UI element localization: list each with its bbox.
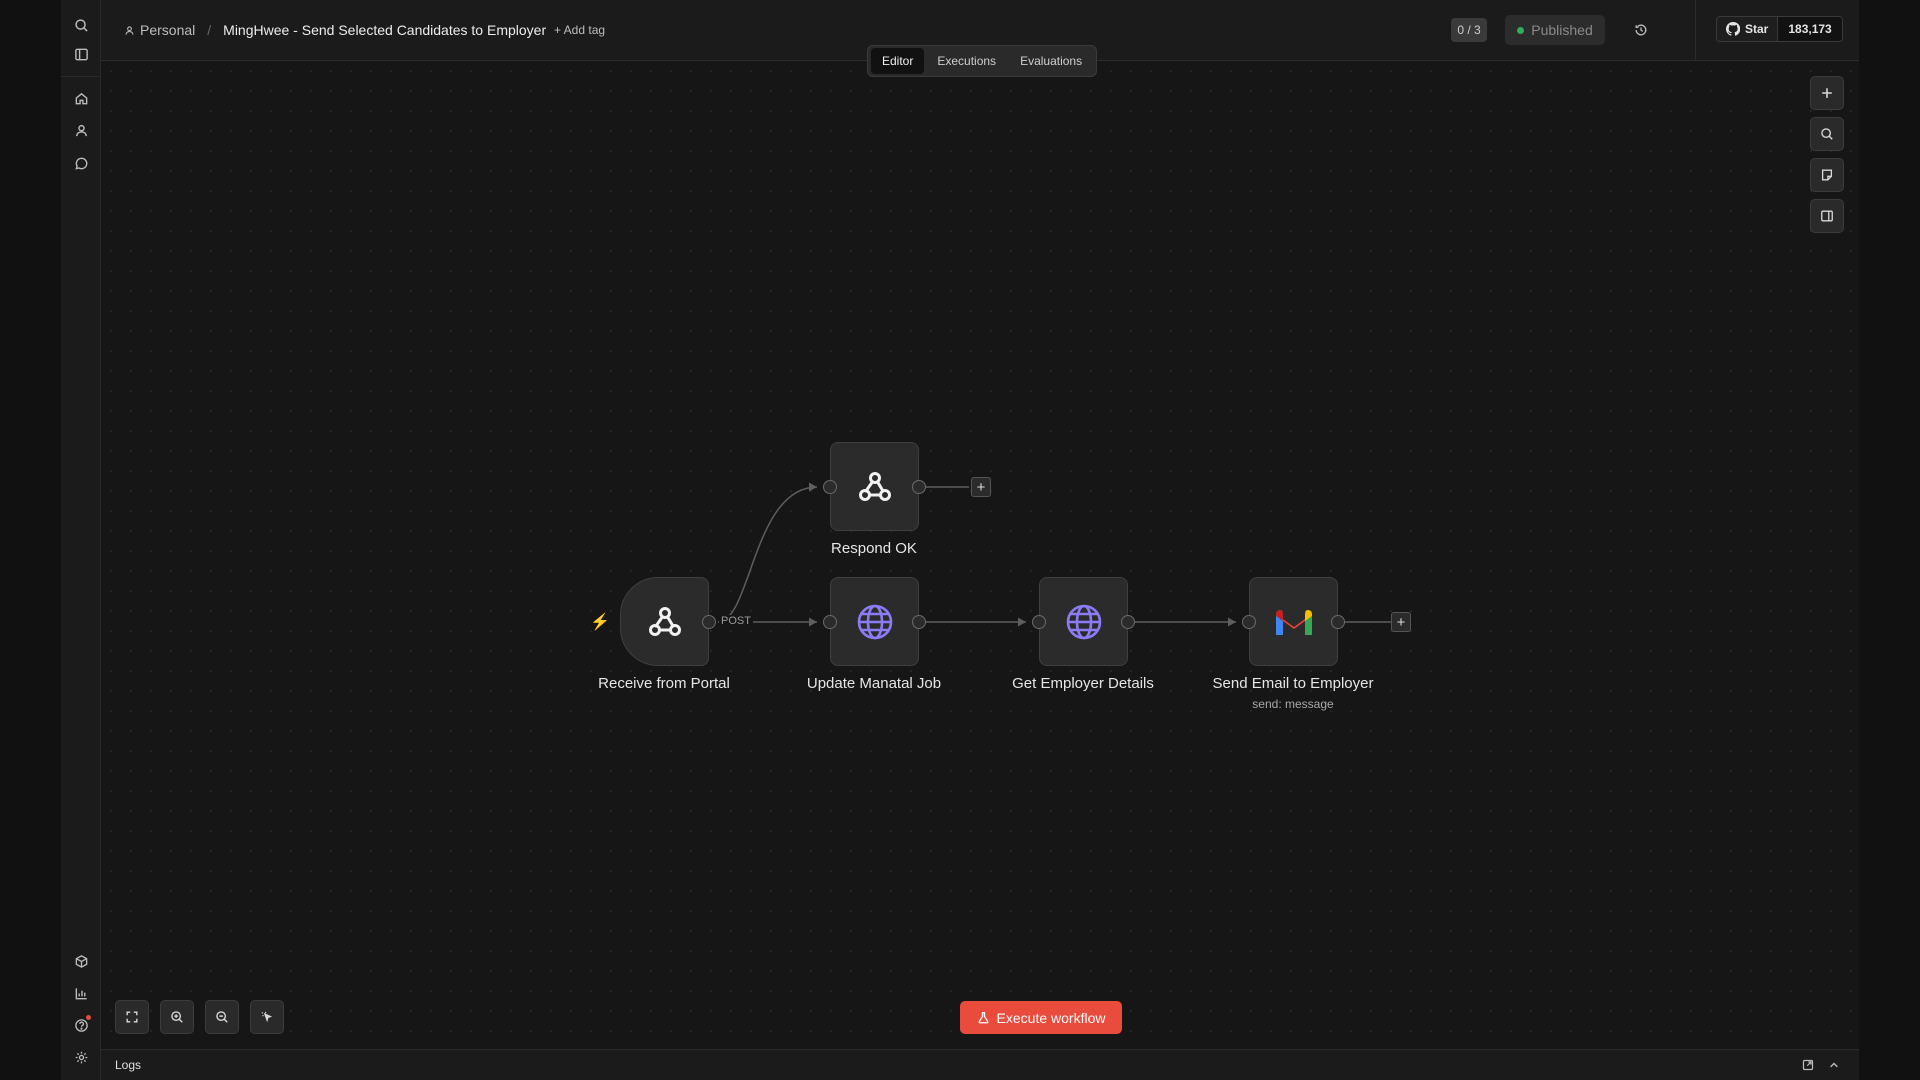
output-port[interactable] [1331, 615, 1345, 629]
node-subtitle: send: message [1252, 697, 1334, 711]
webhook-icon [858, 471, 891, 501]
panel-right-icon [1821, 210, 1833, 222]
status-dot [1517, 26, 1525, 34]
logs-label: Logs [115, 1058, 142, 1072]
sticky-note-button[interactable] [1810, 158, 1844, 192]
project-name: Personal [140, 22, 196, 38]
execute-workflow-button[interactable]: Execute workflow [960, 1001, 1122, 1034]
node-update-manatal-job[interactable] [830, 577, 919, 666]
arrow-head [1018, 617, 1026, 627]
toggle-panel-button[interactable] [1810, 199, 1844, 233]
tab-editor[interactable]: Editor [871, 48, 925, 74]
tab-executions[interactable]: Executions [926, 48, 1007, 74]
user-icon[interactable] [71, 120, 91, 140]
execute-workflow-label: Execute workflow [996, 1009, 1106, 1026]
zoom-out-icon [216, 1011, 228, 1023]
pointer-sparkle-icon [260, 1011, 272, 1022]
fit-view-button[interactable] [115, 1000, 149, 1034]
tidy-up-button[interactable] [250, 1000, 284, 1034]
node-respond-ok[interactable] [830, 442, 919, 531]
node-send-email-to-employer[interactable] [1249, 577, 1338, 666]
node-label: Receive from Portal [598, 675, 730, 692]
input-port[interactable] [1242, 615, 1256, 629]
left-sidebar [61, 0, 101, 1080]
user-icon [125, 25, 134, 35]
globe-icon [1066, 604, 1101, 639]
app-window: Personal / MingHwee - Send Selected Cand… [61, 0, 1859, 1080]
output-port[interactable] [1121, 615, 1135, 629]
chevron-up-icon[interactable] [1827, 1058, 1841, 1072]
toggle-sidebar-icon[interactable] [71, 44, 91, 64]
workflow-canvas[interactable]: POST ⚡ Receive from Portal + Respond OK … [101, 61, 1859, 1049]
tab-evaluations[interactable]: Evaluations [1009, 48, 1093, 74]
templates-icon[interactable] [71, 951, 91, 971]
chat-icon[interactable] [71, 153, 91, 173]
status-label: Published [1531, 22, 1593, 38]
trigger-bolt-icon: ⚡ [590, 614, 610, 631]
add-node-plus-icon[interactable]: + [1391, 612, 1411, 632]
evaluation-counter-badge: 0 / 3 [1451, 18, 1487, 42]
zoom-out-button[interactable] [205, 1000, 239, 1034]
search-icon [1821, 128, 1833, 140]
github-star-count: 183,173 [1778, 17, 1842, 41]
add-node-plus-icon[interactable]: + [971, 477, 991, 497]
input-port[interactable] [823, 615, 837, 629]
plus-icon [1822, 88, 1832, 98]
zoom-in-icon [171, 1011, 183, 1023]
arrow-head [1228, 617, 1236, 627]
search-nodes-button[interactable] [1810, 117, 1844, 151]
node-label: Send Email to Employer [1212, 675, 1374, 692]
node-label: Get Employer Details [1012, 675, 1154, 692]
breadcrumb: Personal / MingHwee - Send Selected Cand… [124, 22, 546, 38]
sticky-note-icon [1821, 169, 1833, 181]
output-port[interactable] [912, 480, 926, 494]
arrow-head [809, 482, 817, 492]
insights-chart-icon[interactable] [71, 983, 91, 1003]
view-tabs: Editor Executions Evaluations [867, 45, 1098, 77]
github-star: Star [1717, 17, 1779, 41]
fit-view-icon [126, 1011, 138, 1023]
add-node-button[interactable] [1810, 76, 1844, 110]
zoom-in-button[interactable] [160, 1000, 194, 1034]
flask-icon [978, 1011, 988, 1024]
gmail-icon [1275, 609, 1312, 635]
publish-status-button[interactable]: Published [1505, 15, 1605, 45]
help-icon[interactable] [71, 1015, 91, 1035]
workflow-title[interactable]: MingHwee - Send Selected Candidates to E… [223, 22, 546, 38]
node-receive-from-portal[interactable] [620, 577, 709, 666]
input-port[interactable] [823, 480, 837, 494]
home-icon[interactable] [71, 88, 91, 108]
output-port[interactable] [702, 615, 716, 629]
github-icon [1726, 22, 1740, 36]
edge-label-post: POST [719, 615, 753, 627]
breadcrumb-separator: / [207, 22, 212, 38]
logs-panel-bar[interactable]: Logs [101, 1049, 1859, 1080]
node-get-employer-details[interactable] [1039, 577, 1128, 666]
project-link[interactable]: Personal [124, 22, 195, 38]
pop-out-icon[interactable] [1801, 1058, 1815, 1072]
webhook-icon [648, 606, 681, 636]
input-port[interactable] [1032, 615, 1046, 629]
history-icon[interactable] [1631, 20, 1651, 40]
settings-gear-icon[interactable] [71, 1047, 91, 1067]
globe-icon [857, 604, 892, 639]
header-divider [1695, 0, 1696, 60]
output-port[interactable] [912, 615, 926, 629]
github-star-label: Star [1745, 22, 1769, 36]
node-label: Respond OK [831, 540, 917, 557]
add-tag-button[interactable]: + Add tag [554, 23, 605, 37]
arrow-head [809, 617, 817, 627]
search-icon[interactable] [71, 15, 91, 35]
node-label: Update Manatal Job [806, 675, 942, 692]
github-star-button[interactable]: Star 183,173 [1716, 16, 1843, 42]
